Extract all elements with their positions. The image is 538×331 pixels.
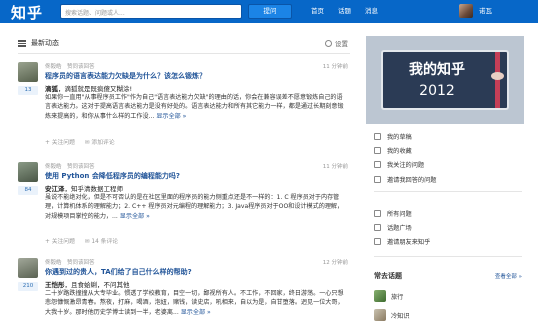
- nav-topics[interactable]: 话题: [331, 0, 358, 23]
- show-all-link[interactable]: 显示全部 »: [120, 213, 150, 220]
- banner-title: 我的知乎: [409, 62, 465, 78]
- sidebar-item-collections[interactable]: 我的收藏: [374, 143, 437, 157]
- actor-avatar[interactable]: [18, 162, 38, 182]
- search-input[interactable]: 搜索话题、问题或人...: [60, 4, 242, 19]
- question-title[interactable]: 使用 Python 会降低程序员的编程能力吗?: [45, 171, 180, 181]
- person-add-icon: [374, 238, 381, 246]
- question-icon: [374, 161, 381, 169]
- feed-header: 最新动态 设置: [18, 36, 350, 54]
- sidebar-item-invite-friends[interactable]: 邀请朋友来知乎: [374, 235, 430, 249]
- vote-count[interactable]: 13: [18, 86, 38, 95]
- follow-question-button[interactable]: + 关注问题: [45, 239, 75, 245]
- answerer-name[interactable]: 安江泽: [45, 185, 65, 193]
- feed-item: 13 佟毅皓 赞同该回答 11 分钟前 程序员的语言表达能力欠缺是为什么？该怎么…: [18, 62, 350, 152]
- sidebar-item-drafts[interactable]: 我的草稿: [374, 129, 437, 143]
- answerer: 滴狐，滴狐就是既疯傻又糊涂!: [45, 83, 132, 93]
- answerer-bio: ，知乎清数据工程师: [64, 185, 124, 193]
- nav-messages[interactable]: 消息: [358, 0, 385, 23]
- zhihu-logo[interactable]: 知乎: [11, 2, 43, 23]
- year-review-banner[interactable]: 我的知乎 2012: [366, 36, 524, 124]
- sidebar-item-label: 所有问题: [387, 210, 412, 218]
- answer-excerpt: 二十岁路跌撞撞从大专毕业。惯透了学校教育，目空一切，鄙视所有人。不工作，不回家，…: [45, 289, 345, 317]
- feed-item-meta: 佟毅皓 赞同该回答: [45, 260, 95, 266]
- sidebar-item-label: 我的收藏: [387, 147, 412, 155]
- feed-title: 最新动态: [31, 39, 59, 47]
- vote-count[interactable]: 210: [18, 282, 38, 291]
- answerer: 安江泽，知乎清数据工程师: [45, 183, 123, 193]
- answer-excerpt: 如果你一直用"从事程序员工作"作为自己"语言表达能力欠缺"的理由的话，你会在兼容…: [45, 93, 345, 121]
- feed-item-time: 11 分钟前: [322, 164, 348, 170]
- feed-item: 84 佟毅皓 赞同该回答 11 分钟前 使用 Python 会降低程序员的编程能…: [18, 162, 350, 252]
- comment-button[interactable]: ✉ 14 条评论: [85, 239, 118, 245]
- draft-icon: [374, 132, 381, 140]
- feed-settings-link[interactable]: 设置: [325, 38, 348, 48]
- invite-icon: [374, 175, 381, 183]
- see-all-topics-link[interactable]: 查看全部 »: [495, 272, 522, 280]
- main-nav: 首页 话题 消息: [304, 0, 385, 23]
- comment-button[interactable]: ✉ 添加评论: [85, 140, 115, 146]
- sidebar-divider: [374, 191, 522, 192]
- topic-image: [374, 290, 386, 302]
- top-bar: 知乎 搜索话题、问题或人... 提问 首页 话题 消息 诺瓦: [0, 0, 538, 23]
- sidebar-item-label: 我关注的问题: [387, 162, 425, 170]
- vote-count[interactable]: 84: [18, 186, 38, 195]
- item-actions: + 关注问题 ✉ 14 条评论: [45, 236, 126, 245]
- banner-card: 我的知乎 2012: [381, 50, 509, 110]
- banner-year: 2012: [419, 83, 455, 99]
- feed-item-meta: 佟毅皓 赞同该回答: [45, 164, 95, 170]
- sidebar-item-label: 我的草稿: [387, 133, 412, 141]
- follow-question-button[interactable]: + 关注问题: [45, 140, 75, 146]
- feed-item-meta: 佟毅皓 赞同该回答: [45, 64, 95, 70]
- topic-name: 冷知识: [391, 312, 410, 320]
- user-name[interactable]: 诺瓦: [479, 0, 492, 23]
- sidebar-divider: [374, 256, 522, 257]
- topic-name: 旅行: [391, 293, 404, 301]
- feed-list-icon: [18, 39, 26, 47]
- common-topics-header: 常去话题 查看全部 »: [374, 271, 522, 281]
- ribbon-decoration: [495, 52, 500, 108]
- show-all-link[interactable]: 显示全部 »: [156, 113, 186, 120]
- ask-button[interactable]: 提问: [248, 4, 292, 19]
- bookmark-icon: [374, 146, 381, 154]
- sidebar-item-all-questions[interactable]: 所有问题: [374, 206, 430, 220]
- actor-avatar[interactable]: [18, 258, 38, 278]
- sidebar-item-followed-questions[interactable]: 我关注的问题: [374, 158, 437, 172]
- settings-label: 设置: [335, 40, 348, 48]
- bow-decoration: [491, 72, 504, 80]
- explore-links: 所有问题 话题广场 邀请朋友来知乎: [374, 206, 430, 249]
- personal-links: 我的草稿 我的收藏 我关注的问题 邀请我回答的问题: [374, 129, 437, 186]
- answerer: 王恺彤，且食蛤蜊，不问其他: [45, 279, 130, 289]
- user-avatar[interactable]: [459, 4, 473, 18]
- sidebar-item-topic-square[interactable]: 话题广场: [374, 220, 430, 234]
- question-title[interactable]: 程序员的语言表达能力欠缺是为什么？该怎么锻炼？: [45, 71, 206, 81]
- sidebar-item-label: 话题广场: [387, 224, 412, 232]
- feed-item-time: 11 分钟前: [322, 64, 348, 70]
- actor-avatar[interactable]: [18, 62, 38, 82]
- excerpt-text: 虽说不能绝对化，但是不可否认的是在社区里面的程序员的能力侧重点还是不一样的：1.…: [45, 194, 344, 220]
- item-actions: + 关注问题 ✉ 添加评论: [45, 137, 123, 146]
- gear-icon: [325, 39, 332, 47]
- sidebar-item-label: 邀请我回答的问题: [387, 176, 437, 184]
- topic-travel[interactable]: 旅行: [374, 290, 403, 302]
- common-topics-title: 常去话题: [374, 272, 402, 280]
- feed-item: 210 佟毅皓 赞同该回答 12 分钟前 你遇到过的贵人，TA们给了自己什么样的…: [18, 258, 350, 331]
- topic-trivia[interactable]: 冷知识: [374, 309, 410, 321]
- question-title[interactable]: 你遇到过的贵人，TA们给了自己什么样的帮助?: [45, 267, 192, 277]
- feed-item-time: 12 分钟前: [322, 260, 348, 266]
- answerer-bio: ，滴狐就是既疯傻又糊涂!: [58, 85, 133, 93]
- answerer-bio: ，且食蛤蜊，不问其他: [64, 281, 130, 289]
- sidebar-item-invited[interactable]: 邀请我回答的问题: [374, 172, 437, 186]
- excerpt-text: 如果你一直用"从事程序员工作"作为自己"语言表达能力欠缺"的理由的话，你会在兼容…: [45, 94, 344, 120]
- nav-home[interactable]: 首页: [304, 0, 331, 23]
- topic-image: [374, 309, 386, 321]
- grid-icon: [374, 223, 381, 231]
- list-icon: [374, 209, 381, 217]
- answerer-name[interactable]: 王恺彤: [45, 281, 65, 289]
- answerer-name[interactable]: 滴狐: [45, 85, 58, 93]
- sidebar-item-label: 邀请朋友来知乎: [387, 239, 431, 247]
- show-all-link[interactable]: 显示全部 »: [181, 309, 211, 316]
- answer-excerpt: 虽说不能绝对化，但是不可否认的是在社区里面的程序员的能力侧重点还是不一样的：1.…: [45, 193, 345, 221]
